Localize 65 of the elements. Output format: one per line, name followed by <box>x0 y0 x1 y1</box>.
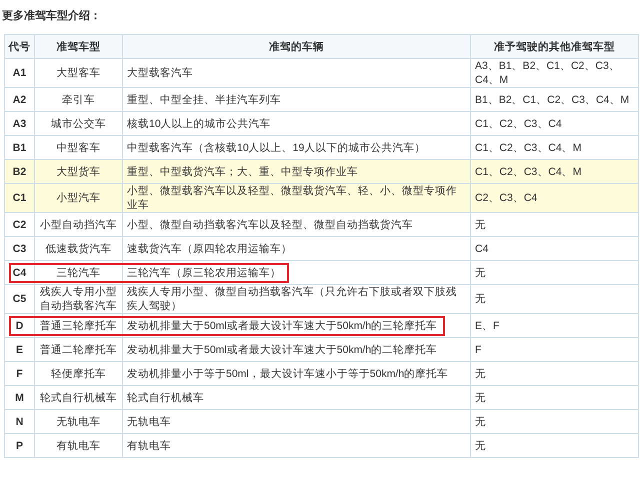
type-cell: 小型汽车 <box>34 184 122 212</box>
code-cell: C3 <box>4 236 34 260</box>
vehicle-cell: 重型、中型载货汽车；大、重、中型专项作业车 <box>122 160 470 184</box>
vehicle-cell: 速载货汽车（原四轮农用运输车） <box>122 236 470 260</box>
type-cell: 低速载货汽车 <box>34 236 122 260</box>
type-cell: 小型自动挡汽车 <box>34 212 122 236</box>
vehicle-cell: 三轮汽车（原三轮农用运输车） <box>122 260 470 284</box>
section-title: 更多准驾车型介绍： <box>1 8 102 24</box>
type-cell: 大型货车 <box>34 160 122 184</box>
type-cell: 城市公交车 <box>34 112 122 136</box>
code-cell: D <box>4 314 34 338</box>
permitted-cell: 无 <box>470 284 638 314</box>
code-cell: A3 <box>4 112 34 136</box>
type-cell: 普通三轮摩托车 <box>34 314 122 338</box>
type-cell: 有轨电车 <box>34 434 122 458</box>
code-cell: C4 <box>4 260 34 284</box>
permitted-cell: C4 <box>470 236 638 260</box>
permitted-cell: 无 <box>470 410 638 434</box>
permitted-cell: C1、C2、C3、C4、M <box>470 160 638 184</box>
code-cell: A1 <box>4 58 34 88</box>
vehicle-cell: 残疾人专用小型、微型自动挡载客汽车（只允许右下肢或者双下肢残疾人驾驶） <box>122 284 470 314</box>
code-cell: E <box>4 338 34 362</box>
column-header: 准驾车型 <box>34 34 122 58</box>
vehicle-cell: 发动机排量小于等于50ml，最大设计车速小于等于50km/h的摩托车 <box>122 362 470 386</box>
vehicle-cell: 发动机排量大于50ml或者最大设计车速大于50km/h的三轮摩托车 <box>122 314 470 338</box>
type-cell: 三轮汽车 <box>34 260 122 284</box>
type-cell: 轻便摩托车 <box>34 362 122 386</box>
type-cell: 普通二轮摩托车 <box>34 338 122 362</box>
code-cell: C2 <box>4 212 34 236</box>
code-cell: M <box>4 386 34 410</box>
permitted-cell: 无 <box>470 260 638 284</box>
permitted-cell: 无 <box>470 434 638 458</box>
type-cell: 残疾人专用小型自动挡载客汽车 <box>34 284 122 314</box>
code-cell: F <box>4 362 34 386</box>
permitted-cell: E、F <box>470 314 638 338</box>
vehicle-cell: 重型、中型全挂、半挂汽车列车 <box>122 88 470 112</box>
column-header: 准予驾驶的其他准驾车型 <box>470 34 638 58</box>
permitted-cell: C1、C2、C3、C4 <box>470 112 638 136</box>
vehicle-cell: 发动机排量大于50ml或者最大设计车速大于50km/h的二轮摩托车 <box>122 338 470 362</box>
vehicle-cell: 有轨电车 <box>122 434 470 458</box>
column-header: 代号 <box>4 34 34 58</box>
type-cell: 轮式自行机械车 <box>34 386 122 410</box>
vehicle-cell: 大型载客汽车 <box>122 58 470 88</box>
code-cell: C1 <box>4 184 34 212</box>
permitted-cell: A3、B1、B2、C1、C2、C3、C4、M <box>470 58 638 88</box>
permitted-cell: C2、C3、C4 <box>470 184 638 212</box>
vehicle-cell: 轮式自行机械车 <box>122 386 470 410</box>
code-cell: B2 <box>4 160 34 184</box>
permitted-cell: 无 <box>470 362 638 386</box>
code-cell: A2 <box>4 88 34 112</box>
code-cell: N <box>4 410 34 434</box>
type-cell: 牵引车 <box>34 88 122 112</box>
type-cell: 大型客车 <box>34 58 122 88</box>
type-cell: 无轨电车 <box>34 410 122 434</box>
vehicle-cell: 小型、微型自动挡载客汽车以及轻型、微型自动挡载货汽车 <box>122 212 470 236</box>
vehicle-cell: 小型、微型载客汽车以及轻型、微型载货汽车、轻、小、微型专项作业车 <box>122 184 470 212</box>
permitted-cell: B1、B2、C1、C2、C3、C4、M <box>470 88 638 112</box>
permitted-cell: 无 <box>470 386 638 410</box>
column-header: 准驾的车辆 <box>122 34 470 58</box>
code-cell: P <box>4 434 34 458</box>
permitted-cell: 无 <box>470 212 638 236</box>
permitted-cell: F <box>470 338 638 362</box>
code-cell: C5 <box>4 284 34 314</box>
vehicle-cell: 无轨电车 <box>122 410 470 434</box>
vehicle-cell: 核载10人以上的城市公共汽车 <box>122 112 470 136</box>
